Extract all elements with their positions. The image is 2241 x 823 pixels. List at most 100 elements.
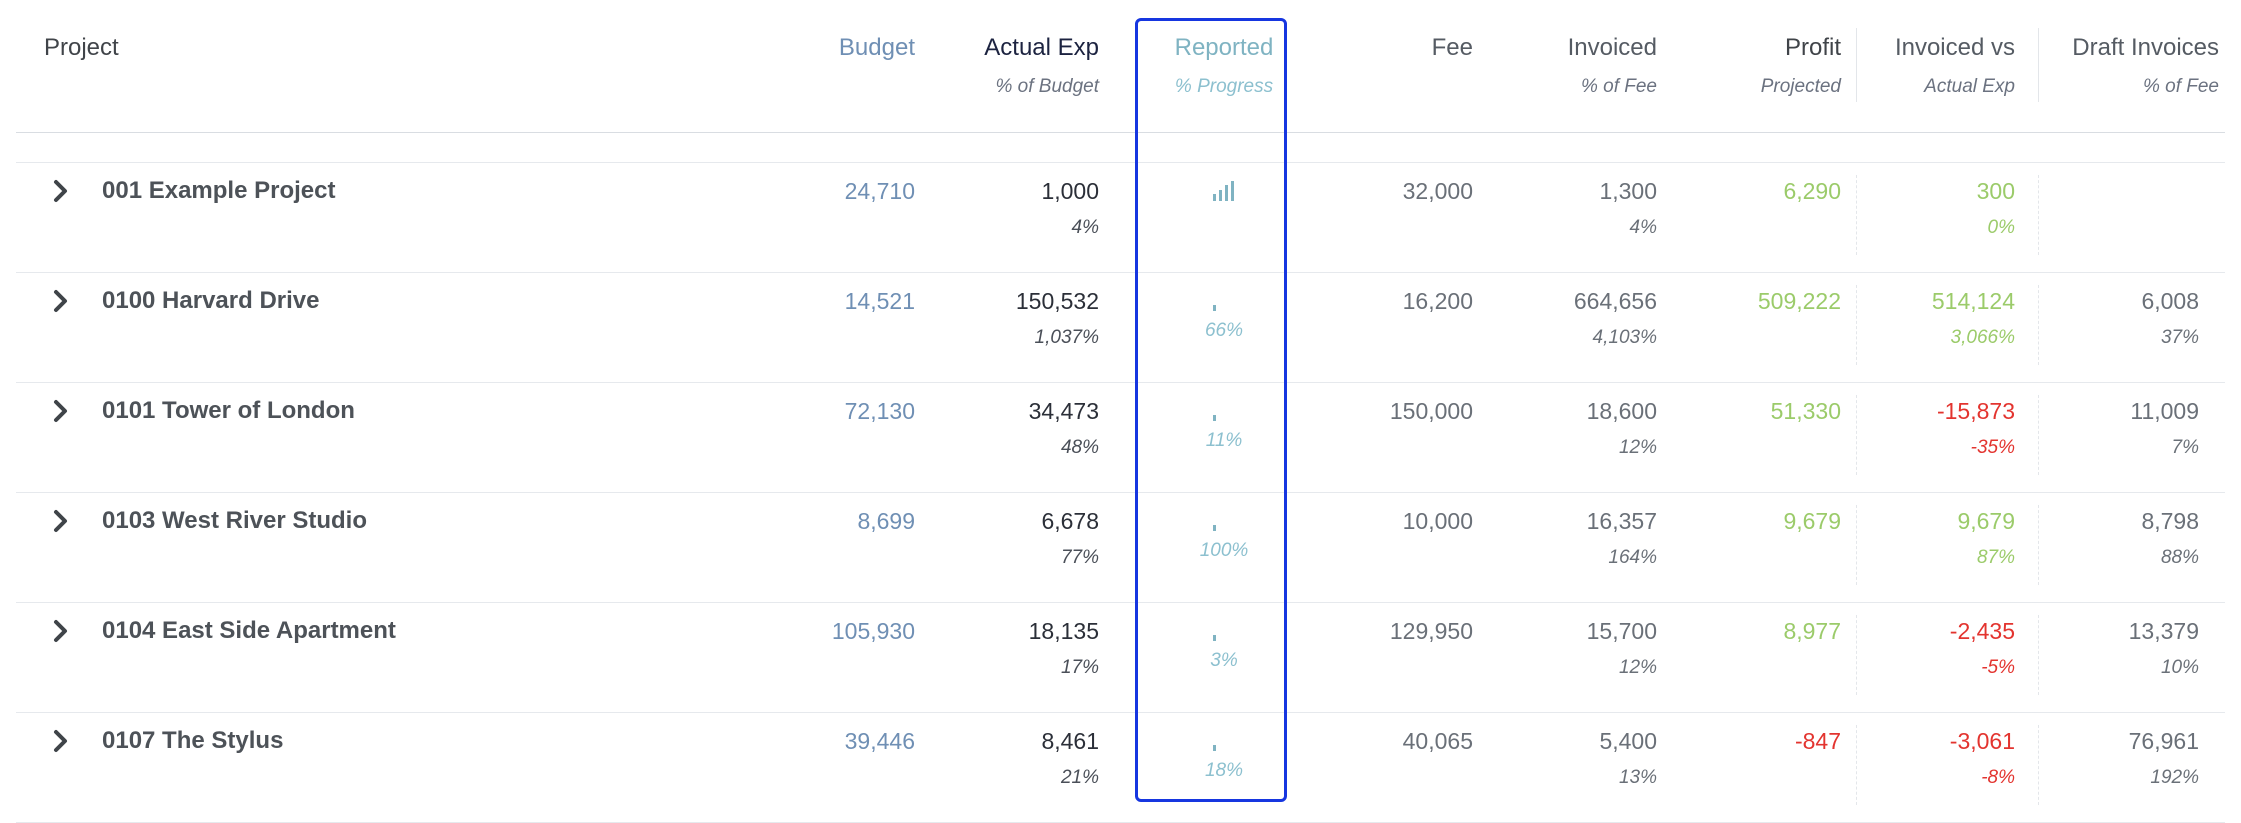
table-row[interactable]: 0101 Tower of London 72,130 34,473 48% 1… <box>16 383 2225 493</box>
reported-cell: 66% <box>1140 273 1308 344</box>
chevron-right-icon[interactable] <box>48 729 72 753</box>
header-invoiced-vs-actual[interactable]: Invoiced vs Actual Exp <box>1895 34 2015 100</box>
invoiced-cell: 1,300 4% <box>1599 163 1657 241</box>
header-fee[interactable]: Fee <box>1432 34 1473 62</box>
actual-exp-cell: 1,000 4% <box>1041 163 1099 241</box>
column-divider <box>2038 505 2039 585</box>
invoiced-vs-actual-value: -15,873 <box>1936 398 2015 424</box>
header-budget[interactable]: Budget <box>839 34 915 62</box>
table-row[interactable]: 0100 Harvard Drive 14,521 150,532 1,037%… <box>16 273 2225 383</box>
chevron-right-icon[interactable] <box>48 399 72 423</box>
invoiced-cell: 18,600 12% <box>1587 383 1657 461</box>
fee-value: 150,000 <box>1389 398 1473 424</box>
header-project[interactable]: Project <box>44 34 119 62</box>
actual-exp-percent: 21% <box>1060 767 1099 788</box>
header-actual-exp[interactable]: Actual Exp % of Budget <box>984 34 1099 100</box>
invoiced-vs-actual-cell: -2,435 -5% <box>1950 603 2015 681</box>
fee-value: 129,950 <box>1389 618 1473 644</box>
invoiced-vs-actual-cell: 300 0% <box>1977 163 2015 241</box>
actual-exp-percent: 48% <box>1060 437 1099 458</box>
draft-invoices-percent: 37% <box>2160 327 2199 348</box>
header-invoiced[interactable]: Invoiced % of Fee <box>1568 34 1657 100</box>
profit-value: 509,222 <box>1757 288 1841 314</box>
reported-cell: 18% <box>1140 713 1308 784</box>
profit-value: 8,977 <box>1783 618 1841 644</box>
header-profit[interactable]: Profit Projected <box>1761 34 1841 100</box>
column-divider <box>2038 285 2039 365</box>
progress-bar-icon <box>1213 635 1216 641</box>
fee-value: 32,000 <box>1402 178 1473 204</box>
bar-chart-icon <box>1213 181 1234 201</box>
header-divider <box>1856 28 1857 102</box>
chevron-right-icon[interactable] <box>48 619 72 643</box>
invoiced-value: 1,300 <box>1599 178 1657 204</box>
project-name[interactable]: 0104 East Side Apartment <box>102 617 396 645</box>
actual-exp-cell: 18,135 17% <box>1029 603 1099 681</box>
project-name[interactable]: 0101 Tower of London <box>102 397 355 425</box>
draft-invoices-cell: 13,379 10% <box>2129 603 2199 681</box>
draft-invoices-percent: 10% <box>2160 657 2199 678</box>
budget-cell: 72,130 <box>845 383 915 425</box>
profit-cell: 6,290 <box>1783 163 1841 205</box>
invoiced-value: 5,400 <box>1599 728 1657 754</box>
invoiced-vs-actual-percent: 0% <box>1987 217 2015 238</box>
table-row[interactable]: 001 Example Project 24,710 1,000 4% 32,0… <box>16 163 2225 273</box>
draft-invoices-value: 11,009 <box>2130 398 2199 424</box>
profit-cell: 8,977 <box>1783 603 1841 645</box>
invoiced-vs-actual-percent: 87% <box>1976 547 2015 568</box>
fee-cell: 32,000 <box>1403 163 1473 205</box>
actual-exp-cell: 6,678 77% <box>1041 493 1099 571</box>
header-divider <box>2038 28 2039 102</box>
budget-cell: 39,446 <box>845 713 915 755</box>
reported-percent: 100% <box>1199 540 1249 561</box>
actual-exp-percent: 77% <box>1060 547 1099 568</box>
profit-cell: -847 <box>1795 713 1841 755</box>
invoiced-vs-actual-cell: 514,124 3,066% <box>1932 273 2015 351</box>
table-row[interactable]: 0107 The Stylus 39,446 8,461 21% 18% 40,… <box>16 713 2225 823</box>
invoiced-cell: 15,700 12% <box>1587 603 1657 681</box>
fee-cell: 40,065 <box>1403 713 1473 755</box>
progress-bar-icon <box>1213 415 1216 421</box>
draft-invoices-percent: 192% <box>2150 767 2199 788</box>
reported-cell <box>1140 163 1308 234</box>
column-divider <box>1856 615 1857 695</box>
project-name[interactable]: 0103 West River Studio <box>102 507 367 535</box>
table-row[interactable]: 0103 West River Studio 8,699 6,678 77% 1… <box>16 493 2225 603</box>
chevron-right-icon[interactable] <box>48 179 72 203</box>
invoiced-vs-actual-cell: -3,061 -8% <box>1950 713 2015 791</box>
actual-exp-cell: 8,461 21% <box>1041 713 1099 791</box>
draft-invoices-cell: 76,961 192% <box>2129 713 2199 791</box>
budget-cell: 24,710 <box>845 163 915 205</box>
invoiced-percent: 13% <box>1618 767 1657 788</box>
actual-exp-value: 18,135 <box>1028 618 1099 644</box>
fee-value: 40,065 <box>1402 728 1473 754</box>
budget-cell: 8,699 <box>857 493 915 535</box>
chevron-right-icon[interactable] <box>48 509 72 533</box>
project-name[interactable]: 0107 The Stylus <box>102 727 283 755</box>
invoiced-vs-actual-value: 300 <box>1976 178 2015 204</box>
progress-bar-icon <box>1213 745 1216 751</box>
invoiced-cell: 5,400 13% <box>1599 713 1657 791</box>
invoiced-vs-actual-value: 9,679 <box>1957 508 2015 534</box>
draft-invoices-value: 8,798 <box>2141 508 2199 534</box>
project-name[interactable]: 001 Example Project <box>102 177 335 205</box>
column-divider <box>1856 725 1857 805</box>
header-reported[interactable]: Reported % Progress <box>1140 34 1308 100</box>
invoiced-value: 15,700 <box>1586 618 1657 644</box>
project-name[interactable]: 0100 Harvard Drive <box>102 287 319 315</box>
table-row[interactable]: 0104 East Side Apartment 105,930 18,135 … <box>16 603 2225 713</box>
budget-value: 14,521 <box>844 288 915 314</box>
actual-exp-percent: 17% <box>1060 657 1099 678</box>
column-divider <box>1856 285 1857 365</box>
profit-cell: 51,330 <box>1771 383 1841 425</box>
column-divider <box>2038 615 2039 695</box>
reported-percent: 3% <box>1210 650 1238 671</box>
invoiced-vs-actual-percent: -5% <box>1981 657 2015 678</box>
reported-percent: 18% <box>1204 760 1244 781</box>
draft-invoices-value: 6,008 <box>2141 288 2199 314</box>
actual-exp-value: 1,000 <box>1041 178 1099 204</box>
header-draft-invoices[interactable]: Draft Invoices % of Fee <box>2072 34 2219 100</box>
invoiced-value: 18,600 <box>1586 398 1657 424</box>
chevron-right-icon[interactable] <box>48 289 72 313</box>
column-divider <box>1856 395 1857 475</box>
